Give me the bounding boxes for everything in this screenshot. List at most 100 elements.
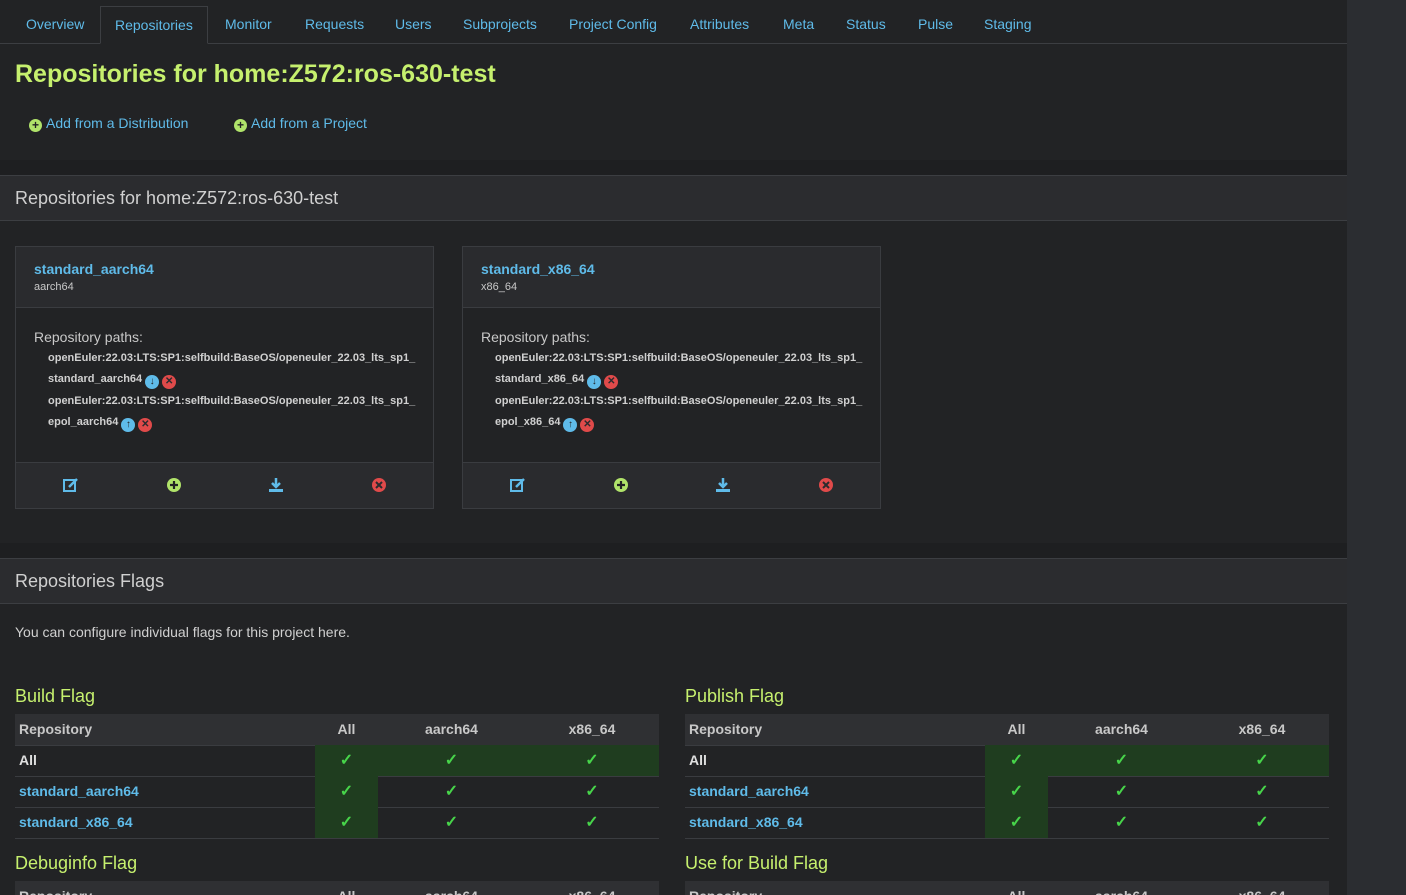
flag-toggle[interactable]: ✓ [525,745,659,776]
repository-path-text: openEuler:22.03:LTS:SP1:selfbuild:BaseOS… [48,395,416,428]
repository-card-actions [16,462,433,508]
add-path-icon[interactable] [613,477,629,493]
check-icon: ✓ [444,752,459,769]
column-header-repository: Repository [19,881,315,895]
add-from-distribution-link[interactable]: + Add from a Distribution [29,115,188,132]
remove-path-icon[interactable]: ✕ [604,375,619,389]
flag-toggle[interactable]: ✓ [1195,745,1329,776]
move-up-icon[interactable]: ↑ [563,418,578,432]
table-row: All ✓ ✓ ✓ [15,745,659,777]
flag-toggle[interactable]: ✓ [1195,776,1329,807]
repository-name-link[interactable]: standard_x86_64 [481,261,595,277]
column-header-repository: Repository [689,721,763,737]
tab-status[interactable]: Status [846,6,886,43]
check-icon: ✓ [1255,783,1269,800]
row-label-all: All [689,752,707,768]
repository-path: openEuler:22.03:LTS:SP1:selfbuild:BaseOS… [495,348,867,390]
section-gap [0,543,1347,558]
tab-requests[interactable]: Requests [305,6,364,43]
column-header-aarch64: aarch64 [425,721,478,737]
delete-repository-icon[interactable] [818,477,834,493]
download-icon[interactable] [715,477,731,493]
tab-monitor[interactable]: Monitor [225,6,272,43]
flags-section-title: Repositories Flags [15,571,165,591]
check-icon: ✓ [339,752,354,769]
project-tabs: Overview Repositories Monitor Requests U… [0,0,1347,44]
remove-path-icon[interactable]: ✕ [580,418,595,432]
app-main: Overview Repositories Monitor Requests U… [0,0,1347,895]
flag-toggle[interactable]: ✓ [1048,807,1195,838]
column-header-all: All [315,881,378,895]
tab-overview[interactable]: Overview [26,6,84,43]
flag-toggle[interactable]: ✓ [525,807,659,838]
column-header-x86-64: x86_64 [1238,721,1286,737]
tab-staging[interactable]: Staging [984,6,1031,43]
flag-toggle[interactable]: ✓ [378,807,525,838]
check-icon: ✓ [444,814,459,831]
flag-toggle[interactable]: ✓ [985,776,1048,807]
row-label-all: All [19,752,37,768]
row-repository-link[interactable]: standard_x86_64 [19,807,315,838]
table-row: standard_x86_64 ✓ ✓ ✓ [15,807,659,839]
download-icon[interactable] [268,477,284,493]
tab-repositories[interactable]: Repositories [100,6,208,44]
section-gap [0,160,1347,175]
tab-users[interactable]: Users [395,6,432,43]
repository-arch: x86_64 [481,281,518,293]
flag-toggle[interactable]: ✓ [378,745,525,776]
add-path-icon[interactable] [166,477,182,493]
check-icon: ✓ [585,752,599,769]
flag-toggle[interactable]: ✓ [525,776,659,807]
flag-toggle[interactable]: ✓ [985,745,1048,776]
flags-description: You can configure individual flags for t… [15,624,350,640]
tab-project-config[interactable]: Project Config [569,6,657,43]
check-icon: ✓ [1009,814,1024,831]
delete-repository-icon[interactable] [371,477,387,493]
table-header-row: Repository All aarch64 x86_64 [685,714,1329,746]
table-row: All ✓ ✓ ✓ [685,745,1329,777]
column-header-aarch64: aarch64 [1048,881,1195,895]
check-icon: ✓ [1114,814,1129,831]
plus-circle-icon: + [234,119,247,132]
remove-path-icon[interactable]: ✕ [162,375,177,389]
row-repository-link[interactable]: standard_aarch64 [19,776,315,807]
flag-toggle[interactable]: ✓ [985,807,1048,838]
tab-subprojects[interactable]: Subprojects [463,6,537,43]
tab-pulse[interactable]: Pulse [918,6,953,43]
check-icon: ✓ [1009,783,1024,800]
repository-path-text: openEuler:22.03:LTS:SP1:selfbuild:BaseOS… [495,395,863,428]
repository-path: openEuler:22.03:LTS:SP1:selfbuild:BaseOS… [48,348,420,390]
build-flag-title: Build Flag [15,686,96,706]
tab-attributes[interactable]: Attributes [690,6,749,43]
row-repository-link[interactable]: standard_aarch64 [689,776,985,807]
flag-toggle[interactable]: ✓ [315,807,378,838]
row-repository-link[interactable]: standard_x86_64 [689,807,985,838]
flag-toggle[interactable]: ✓ [315,745,378,776]
flag-toggle[interactable]: ✓ [1048,745,1195,776]
repository-name-link[interactable]: standard_aarch64 [34,261,154,277]
check-icon: ✓ [1114,752,1129,769]
add-from-project-link[interactable]: + Add from a Project [234,115,367,132]
flags-section-header: Repositories Flags [0,558,1347,604]
column-header-all: All [337,721,356,737]
move-up-icon[interactable]: ↑ [121,418,136,432]
remove-path-icon[interactable]: ✕ [138,418,153,432]
column-header-repository: Repository [19,721,93,737]
tab-meta[interactable]: Meta [783,6,814,43]
column-header-x86-64: x86_64 [1195,881,1329,895]
column-header-repository: Repository [689,881,985,895]
move-down-icon[interactable]: ↓ [587,375,602,389]
add-from-project-label: Add from a Project [251,115,367,131]
use-for-build-flag-title: Use for Build Flag [685,853,829,873]
debuginfo-flag-title: Debuginfo Flag [15,853,138,873]
check-icon: ✓ [1114,783,1129,800]
flag-toggle[interactable]: ✓ [378,776,525,807]
flag-toggle[interactable]: ✓ [1048,776,1195,807]
edit-repository-icon[interactable] [510,477,526,493]
flag-toggle[interactable]: ✓ [1195,807,1329,838]
check-icon: ✓ [585,814,599,831]
page-margin [1347,0,1406,895]
move-down-icon[interactable]: ↓ [145,375,160,389]
flag-toggle[interactable]: ✓ [315,776,378,807]
edit-repository-icon[interactable] [63,477,79,493]
